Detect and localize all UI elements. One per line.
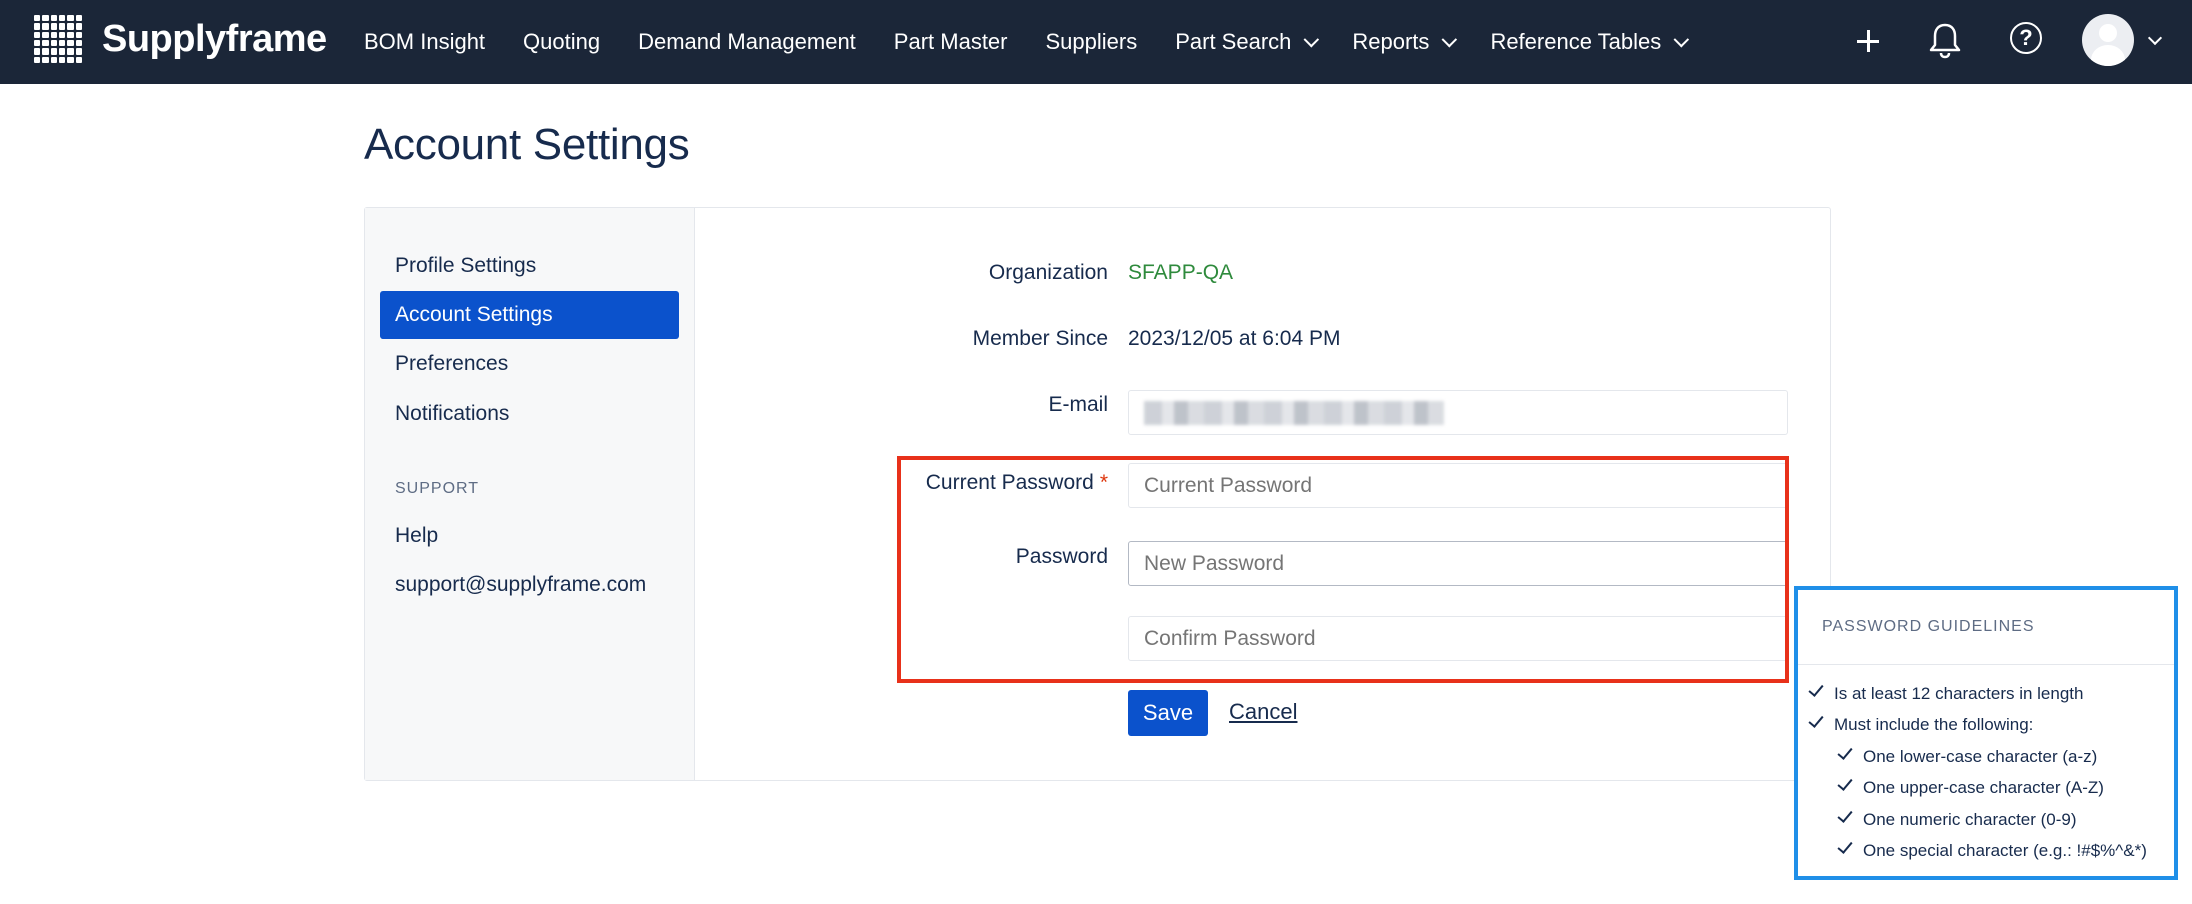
password-highlight-box (897, 456, 1789, 683)
nav-label: Demand Management (638, 29, 856, 54)
guideline-text: One numeric character (0-9) (1863, 810, 2077, 829)
avatar-body (2091, 45, 2125, 66)
settings-sidebar: Profile Settings Account Settings Prefer… (365, 208, 695, 780)
nav-label: Part Search (1175, 29, 1292, 54)
guideline-text: One upper-case character (A-Z) (1863, 778, 2104, 797)
sidebar-item-account-settings[interactable]: Account Settings (380, 291, 679, 339)
page-title: Account Settings (364, 120, 690, 169)
chevron-down-icon (1303, 31, 1320, 47)
help-icon[interactable]: ? (2010, 22, 2042, 54)
chevron-down-icon (1441, 31, 1458, 47)
guidelines-title: PASSWORD GUIDELINES (1822, 618, 2035, 635)
brand-logo[interactable]: Supplyframe (34, 15, 327, 63)
check-icon (1837, 807, 1853, 823)
bell-svg (1929, 23, 1961, 59)
member-since-value: 2023/12/05 at 6:04 PM (1128, 327, 1341, 350)
divider (1798, 664, 2174, 665)
chevron-down-icon (1673, 31, 1690, 47)
chevron-down-icon[interactable] (2147, 30, 2163, 46)
save-button[interactable]: Save (1128, 690, 1208, 736)
email-label: E-mail (1048, 393, 1108, 416)
main-nav: BOM Insight Quoting Demand Management Pa… (364, 0, 1722, 84)
nav-label: Suppliers (1045, 29, 1138, 54)
sidebar-item-help[interactable]: Help (380, 512, 679, 560)
avatar-head (2099, 24, 2117, 42)
plus-icon[interactable] (1852, 25, 1884, 57)
email-field[interactable] (1128, 390, 1788, 435)
guideline-item: Is at least 12 characters in length (1808, 681, 2084, 704)
nav-part-master[interactable]: Part Master (894, 29, 1008, 55)
sidebar-item-preferences[interactable]: Preferences (380, 340, 679, 388)
guideline-text: Must include the following: (1834, 715, 2034, 734)
cancel-link[interactable]: Cancel (1229, 699, 1297, 725)
nav-label: Quoting (523, 29, 601, 54)
guideline-item: One lower-case character (a-z) (1837, 744, 2098, 767)
top-nav: Supplyframe BOM Insight Quoting Demand M… (0, 0, 2192, 84)
guideline-text: Is at least 12 characters in length (1834, 684, 2084, 703)
nav-quoting[interactable]: Quoting (523, 29, 600, 55)
check-icon (1837, 775, 1853, 791)
nav-demand-management[interactable]: Demand Management (638, 29, 856, 55)
check-icon (1837, 838, 1853, 854)
check-icon (1837, 744, 1853, 760)
member-since-label: Member Since (972, 327, 1108, 350)
password-guidelines-panel: PASSWORD GUIDELINES Is at least 12 chara… (1794, 586, 2178, 880)
logo-grid-icon (34, 15, 82, 63)
guideline-text: One special character (e.g.: !#$%^&*) (1863, 841, 2147, 860)
guideline-text: One lower-case character (a-z) (1863, 747, 2098, 766)
guideline-item: One special character (e.g.: !#$%^&*) (1837, 838, 2147, 861)
guideline-item: One numeric character (0-9) (1837, 807, 2077, 830)
nav-label: Part Master (893, 29, 1008, 54)
support-heading: SUPPORT (395, 480, 480, 497)
sidebar-item-profile-settings[interactable]: Profile Settings (380, 242, 679, 290)
nav-label: Reports (1352, 29, 1430, 54)
bell-icon[interactable] (1928, 20, 1962, 60)
sidebar-item-support-email[interactable]: support@supplyframe.com (380, 561, 679, 609)
check-icon (1808, 712, 1824, 728)
brand-name: Supplyframe (102, 17, 327, 60)
guideline-item: One upper-case character (A-Z) (1837, 775, 2104, 798)
nav-label: Reference Tables (1490, 29, 1662, 54)
nav-suppliers[interactable]: Suppliers (1046, 29, 1138, 55)
nav-reference-tables[interactable]: Reference Tables (1490, 29, 1690, 55)
sidebar-item-notifications[interactable]: Notifications (380, 390, 679, 438)
organization-label: Organization (988, 261, 1108, 284)
email-redacted (1144, 401, 1444, 425)
guideline-item: Must include the following: (1808, 712, 2034, 735)
check-icon (1808, 681, 1824, 697)
nav-bom-insight[interactable]: BOM Insight (364, 29, 485, 55)
nav-label: BOM Insight (364, 29, 486, 54)
nav-part-search[interactable]: Part Search (1175, 29, 1320, 55)
avatar[interactable] (2082, 14, 2134, 66)
organization-value: SFAPP-QA (1128, 261, 1234, 284)
nav-reports[interactable]: Reports (1352, 29, 1458, 55)
